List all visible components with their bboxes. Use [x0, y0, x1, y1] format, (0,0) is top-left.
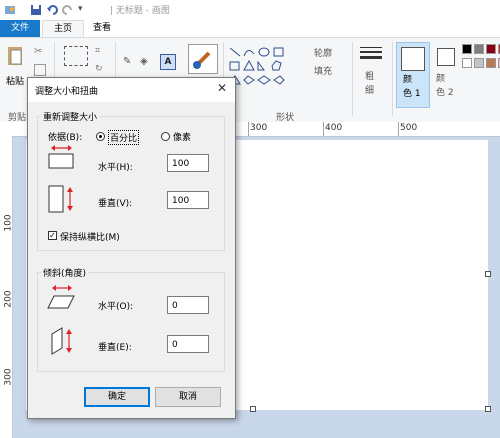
text-tool-icon[interactable]: A [160, 54, 176, 70]
vertical-skew-icon [46, 326, 76, 359]
ruler-label: 500 [400, 123, 418, 133]
percent-radio[interactable] [96, 132, 105, 141]
skew-horizontal-label: 水平(O): [98, 302, 134, 312]
horizontal-label: 水平(H): [98, 163, 133, 173]
copy-icon[interactable] [34, 64, 46, 76]
color2-button[interactable]: 颜 色 2 [432, 46, 458, 104]
skew-horizontal-input[interactable]: 0 [167, 296, 209, 314]
color1-swatch [401, 47, 425, 71]
fill-icon[interactable]: ◈ [140, 56, 148, 67]
percent-label[interactable]: 百分比 [108, 130, 140, 145]
cancel-button[interactable]: 取消 [155, 387, 221, 407]
palette-swatch[interactable] [462, 44, 472, 54]
tab-file[interactable]: 文件 [0, 20, 40, 37]
color1-button[interactable]: 颜 色 1 [396, 42, 430, 108]
brushes-icon[interactable] [188, 44, 218, 74]
vertical-ruler: 100 200 300 [0, 136, 14, 438]
shapes-gallery[interactable] [228, 46, 290, 90]
color1-label: 颜 色 1 [403, 75, 421, 99]
palette-swatch[interactable] [474, 58, 484, 68]
ruler-tick [248, 122, 249, 136]
palette-swatch[interactable] [462, 58, 472, 68]
horizontal-input[interactable]: 100 [167, 154, 209, 172]
vruler-label: 200 [3, 290, 14, 308]
tab-home[interactable]: 主页 [42, 20, 84, 38]
paint-app-icon [4, 4, 16, 16]
vruler-label: 100 [3, 214, 14, 232]
ribbon-tabs: 文件 主页 查看 [0, 20, 500, 38]
outline-button[interactable]: 轮廓 [314, 46, 332, 59]
pencil-icon[interactable]: ✎ [123, 56, 131, 67]
palette-swatch[interactable] [486, 58, 496, 68]
vertical-resize-icon [46, 184, 76, 217]
paste-icon[interactable] [6, 44, 26, 68]
thickness-icon[interactable] [360, 46, 382, 60]
ruler-tick [323, 122, 324, 136]
thickness-button[interactable]: 粗 细 [365, 70, 374, 98]
palette-swatch[interactable] [474, 44, 484, 54]
ribbon-separator [352, 42, 353, 116]
select-icon[interactable] [64, 46, 88, 66]
dialog-title: 调整大小和扭曲 [35, 87, 99, 97]
horizontal-skew-icon [46, 284, 76, 313]
tab-view[interactable]: 查看 [84, 20, 120, 37]
color2-label: 颜 色 2 [436, 74, 454, 98]
ruler-label: 400 [325, 123, 343, 133]
skew-vertical-label: 垂直(E): [98, 343, 132, 353]
close-icon[interactable]: ✕ [217, 81, 227, 95]
customize-toolbar-icon[interactable]: ▾ [78, 4, 90, 16]
resize-skew-dialog: 调整大小和扭曲 ✕ 重新调整大小 依据(B): 百分比 像素 水平(H): 10… [27, 77, 236, 419]
vertical-label: 垂直(V): [98, 199, 133, 209]
title-bar: ▾ | 无标题 - 画图 [0, 0, 500, 20]
fill-button[interactable]: 填充 [314, 64, 332, 77]
resize-handle[interactable] [250, 406, 256, 412]
ruler-label: 300 [250, 123, 268, 133]
keep-ratio-label[interactable]: 保持纵横比(M) [60, 230, 120, 243]
horizontal-resize-icon [46, 144, 76, 173]
rotate-icon[interactable]: ↻ [95, 64, 103, 74]
crop-icon[interactable]: ⌗ [95, 46, 100, 56]
cut-icon[interactable]: ✂ [34, 46, 42, 57]
vertical-input[interactable]: 100 [167, 191, 209, 209]
resize-handle[interactable] [485, 406, 491, 412]
pixels-label[interactable]: 像素 [173, 130, 191, 143]
save-icon[interactable] [30, 4, 42, 16]
skew-vertical-input[interactable]: 0 [167, 335, 209, 353]
vruler-label: 300 [3, 368, 14, 386]
paste-button-label[interactable]: 粘贴 [6, 74, 24, 87]
ok-button[interactable]: 确定 [84, 387, 150, 407]
redo-icon[interactable] [62, 4, 74, 16]
resize-handle[interactable] [485, 271, 491, 277]
pixels-radio[interactable] [161, 132, 170, 141]
skew-group-title: 倾斜(角度) [41, 266, 89, 279]
window-title: | 无标题 - 画图 [110, 6, 170, 16]
keep-ratio-checkbox[interactable]: ✓ [48, 231, 57, 240]
ruler-tick [398, 122, 399, 136]
dialog-title-bar: 调整大小和扭曲 ✕ [28, 78, 235, 102]
palette-swatch[interactable] [486, 44, 496, 54]
color2-swatch [437, 48, 455, 66]
undo-icon[interactable] [46, 4, 58, 16]
resize-group-title: 重新调整大小 [41, 110, 100, 123]
by-label: 依据(B): [48, 133, 83, 143]
ribbon-separator [392, 42, 393, 116]
